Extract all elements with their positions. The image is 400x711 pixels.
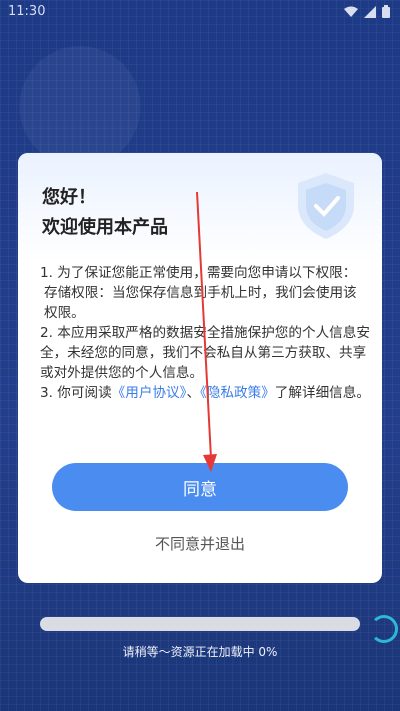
greeting-welcome: 欢迎使用本产品 [42,217,168,238]
paragraph-data-security: 2. 本应用采取严格的数据安全措施保护您的个人信息安全，未经您的同意，我们不会私… [40,325,370,381]
privacy-dialog: 您好！ 欢迎使用本产品 1. 为了保证您能正常使用，需要向您申请以下权限： 存储… [18,153,382,583]
loading-status-text: 请稍等～资源正在加载中 0% [122,645,278,659]
read-suffix: 了解详细信息。 [274,385,370,401]
read-prefix: 3. 你可阅读 [40,385,112,401]
loading-progress-bar [40,617,360,631]
privacy-policy-link[interactable]: 《隐私政策》 [200,385,275,401]
agree-button[interactable]: 同意 [52,463,348,511]
link-separator: 、 [186,385,201,401]
paragraph-permission-request: 1. 为了保证您能正常使用，需要向您申请以下权限： [40,265,357,281]
status-time: 11:30 [8,4,46,19]
battery-icon [382,5,390,18]
status-icons [344,5,390,18]
paragraph-storage-permission: 存储权限：当您保存信息到手机上时，我们会使用该权限。 [44,285,357,321]
shield-icon [298,173,354,239]
wifi-icon [344,6,358,17]
user-agreement-link[interactable]: 《用户协议》 [112,385,187,401]
permission-description: 1. 为了保证您能正常使用，需要向您申请以下权限： 存储权限：当您保存信息到手机… [40,263,370,403]
disagree-exit-button[interactable]: 不同意并退出 [18,533,382,554]
dialog-greeting: 您好！ 欢迎使用本产品 [42,183,168,243]
paragraph-read-policies: 3. 你可阅读《用户协议》、《隐私政策》了解详细信息。 [40,383,370,403]
cell-signal-icon [364,5,376,18]
status-bar: 11:30 [0,0,400,26]
greeting-hello: 您好！ [42,187,96,208]
decorative-ring [370,615,398,643]
